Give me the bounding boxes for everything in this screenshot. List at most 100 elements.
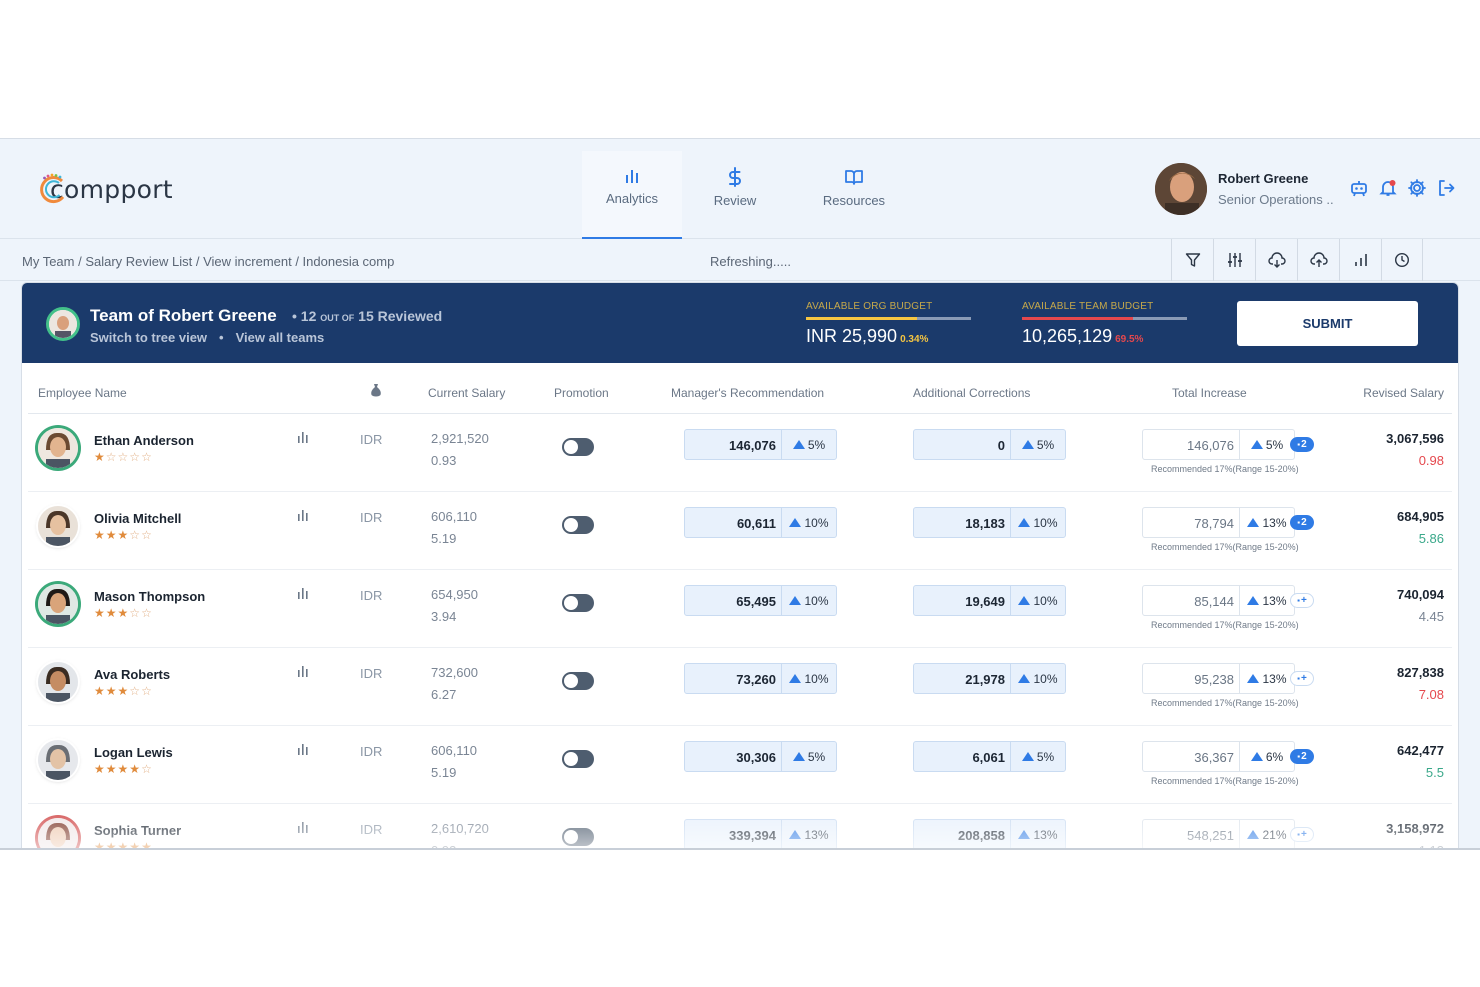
employee-name[interactable]: Sophia Turner (94, 823, 181, 838)
upload-button[interactable] (1297, 239, 1339, 281)
sliders-button[interactable] (1213, 239, 1255, 281)
comment-badge[interactable]: ▪ + (1290, 827, 1314, 842)
view-all-teams-link[interactable]: View all teams (236, 330, 325, 345)
additional-percent[interactable]: 5% (1010, 430, 1065, 459)
comment-badge[interactable]: ▪ + (1290, 671, 1314, 686)
table-row[interactable]: Olivia Mitchell ★★★☆☆ IDR 606,110 5.19 60… (28, 492, 1452, 570)
manager-recommendation-input[interactable]: 60,611 10% (684, 507, 837, 538)
bar-chart-icon[interactable] (298, 664, 308, 682)
manager-percent[interactable]: 10% (781, 664, 836, 693)
manager-amount: 339,394 (729, 828, 776, 843)
employee-name[interactable]: Olivia Mitchell (94, 511, 181, 526)
additional-correction-input[interactable]: 0 5% (913, 429, 1066, 460)
additional-correction-input[interactable]: 21,978 10% (913, 663, 1066, 694)
logout-icon[interactable] (1435, 177, 1456, 199)
additional-percent[interactable]: 10% (1010, 586, 1065, 615)
additional-correction-input[interactable]: 18,183 10% (913, 507, 1066, 538)
compport-logo[interactable]: compport (36, 169, 173, 209)
team-banner: Team of Robert Greene • 12 OUT OF 15 Rev… (22, 283, 1458, 363)
employee-name[interactable]: Ethan Anderson (94, 433, 194, 448)
additional-correction-input[interactable]: 19,649 10% (913, 585, 1066, 616)
promotion-toggle[interactable] (562, 438, 594, 456)
breadcrumb[interactable]: My Team / Salary Review List / View incr… (22, 254, 394, 269)
manager-percent[interactable]: 5% (781, 430, 836, 459)
total-percent: 13% (1239, 508, 1294, 537)
bar-chart-icon[interactable] (298, 586, 308, 604)
manager-percent[interactable]: 5% (781, 742, 836, 771)
promotion-toggle[interactable] (562, 594, 594, 612)
employee-name[interactable]: Ava Roberts (94, 667, 170, 682)
manager-recommendation-input[interactable]: 65,495 10% (684, 585, 837, 616)
logo-mark-icon (36, 172, 70, 206)
comment-badge[interactable]: ▪ 2 (1290, 437, 1314, 452)
team-budget-fill (1022, 317, 1133, 320)
comment-badge[interactable]: ▪ 2 (1290, 749, 1314, 764)
app-window: compport Analytics Review Resources Robe… (0, 138, 1480, 850)
promotion-toggle[interactable] (562, 828, 594, 846)
cloud-download-icon (1267, 252, 1286, 268)
manager-percent-value: 5% (807, 749, 826, 764)
arrow-up-icon (792, 752, 805, 761)
manager-recommendation-input[interactable]: 146,076 5% (684, 429, 837, 460)
col-employee-name[interactable]: Employee Name (38, 386, 127, 400)
bar-chart-icon[interactable] (298, 430, 308, 448)
additional-percent[interactable]: 13% (1010, 820, 1065, 848)
revised-ratio: 5.5 (1425, 765, 1444, 780)
user-profile[interactable]: Robert Greene Senior Operations .. (1155, 163, 1334, 215)
team-budget-pct: 69.5% (1115, 334, 1144, 345)
col-promotion[interactable]: Promotion (554, 386, 609, 400)
additional-correction-input[interactable]: 208,858 13% (913, 819, 1066, 848)
manager-recommendation-input[interactable]: 339,394 13% (684, 819, 837, 848)
bell-icon[interactable] (1377, 177, 1398, 199)
tab-label: Review (713, 193, 757, 208)
additional-amount: 208,858 (958, 828, 1005, 843)
tab-analytics[interactable]: Analytics (582, 151, 682, 239)
col-current-salary[interactable]: Current Salary (428, 386, 505, 400)
bar-chart-icon[interactable] (298, 508, 308, 526)
filter-button[interactable] (1171, 239, 1213, 281)
total-amount: 146,076 (1187, 438, 1234, 453)
col-additional-corrections[interactable]: Additional Corrections (913, 386, 1030, 400)
additional-correction-input[interactable]: 6,061 5% (913, 741, 1066, 772)
comment-badge[interactable]: ▪ + (1290, 593, 1314, 608)
recommendation-note: Recommended 17%(Range 15-20%) (1151, 698, 1299, 708)
bar-chart-icon[interactable] (298, 820, 308, 838)
manager-percent[interactable]: 13% (781, 820, 836, 848)
additional-percent[interactable]: 10% (1010, 664, 1065, 693)
col-revised-salary[interactable]: Revised Salary (1363, 386, 1444, 400)
additional-amount: 19,649 (965, 594, 1005, 609)
tab-label: Analytics (605, 191, 659, 206)
employee-name[interactable]: Mason Thompson (94, 589, 205, 604)
gear-icon[interactable] (1406, 177, 1427, 199)
table-row[interactable]: Sophia Turner ★★★★★ IDR 2,610,720 0.93 33… (28, 804, 1452, 848)
additional-percent[interactable]: 10% (1010, 508, 1065, 537)
switch-tree-view-link[interactable]: Switch to tree view (90, 330, 207, 345)
col-manager-recommendation[interactable]: Manager's Recommendation (671, 386, 824, 400)
comment-badge[interactable]: ▪ 2 (1290, 515, 1314, 530)
manager-amount: 30,306 (736, 750, 776, 765)
additional-percent[interactable]: 5% (1010, 742, 1065, 771)
col-total-increase[interactable]: Total Increase (1172, 386, 1247, 400)
table-row[interactable]: Logan Lewis ★★★★☆ IDR 606,110 5.19 30,306… (28, 726, 1452, 804)
tab-review[interactable]: Review (682, 151, 788, 239)
promotion-toggle[interactable] (562, 750, 594, 768)
manager-percent[interactable]: 10% (781, 586, 836, 615)
promotion-toggle[interactable] (562, 516, 594, 534)
bar-chart-icon[interactable] (298, 742, 308, 760)
manager-recommendation-input[interactable]: 30,306 5% (684, 741, 837, 772)
employee-name[interactable]: Logan Lewis (94, 745, 173, 760)
total-percent: 6% (1239, 742, 1294, 771)
table-row[interactable]: Mason Thompson ★★★☆☆ IDR 654,950 3.94 65,… (28, 570, 1452, 648)
robot-icon[interactable] (1348, 177, 1369, 199)
submit-button[interactable]: SUBMIT (1237, 301, 1418, 346)
arrow-up-icon (789, 518, 802, 527)
promotion-toggle[interactable] (562, 672, 594, 690)
manager-recommendation-input[interactable]: 73,260 10% (684, 663, 837, 694)
table-row[interactable]: Ava Roberts ★★★☆☆ IDR 732,600 6.27 73,260… (28, 648, 1452, 726)
history-button[interactable] (1381, 239, 1423, 281)
download-button[interactable] (1255, 239, 1297, 281)
chart-button[interactable] (1339, 239, 1381, 281)
manager-percent[interactable]: 10% (781, 508, 836, 537)
table-row[interactable]: Ethan Anderson ★☆☆☆☆ IDR 2,921,520 0.93 1… (28, 414, 1452, 492)
tab-resources[interactable]: Resources (788, 151, 920, 239)
